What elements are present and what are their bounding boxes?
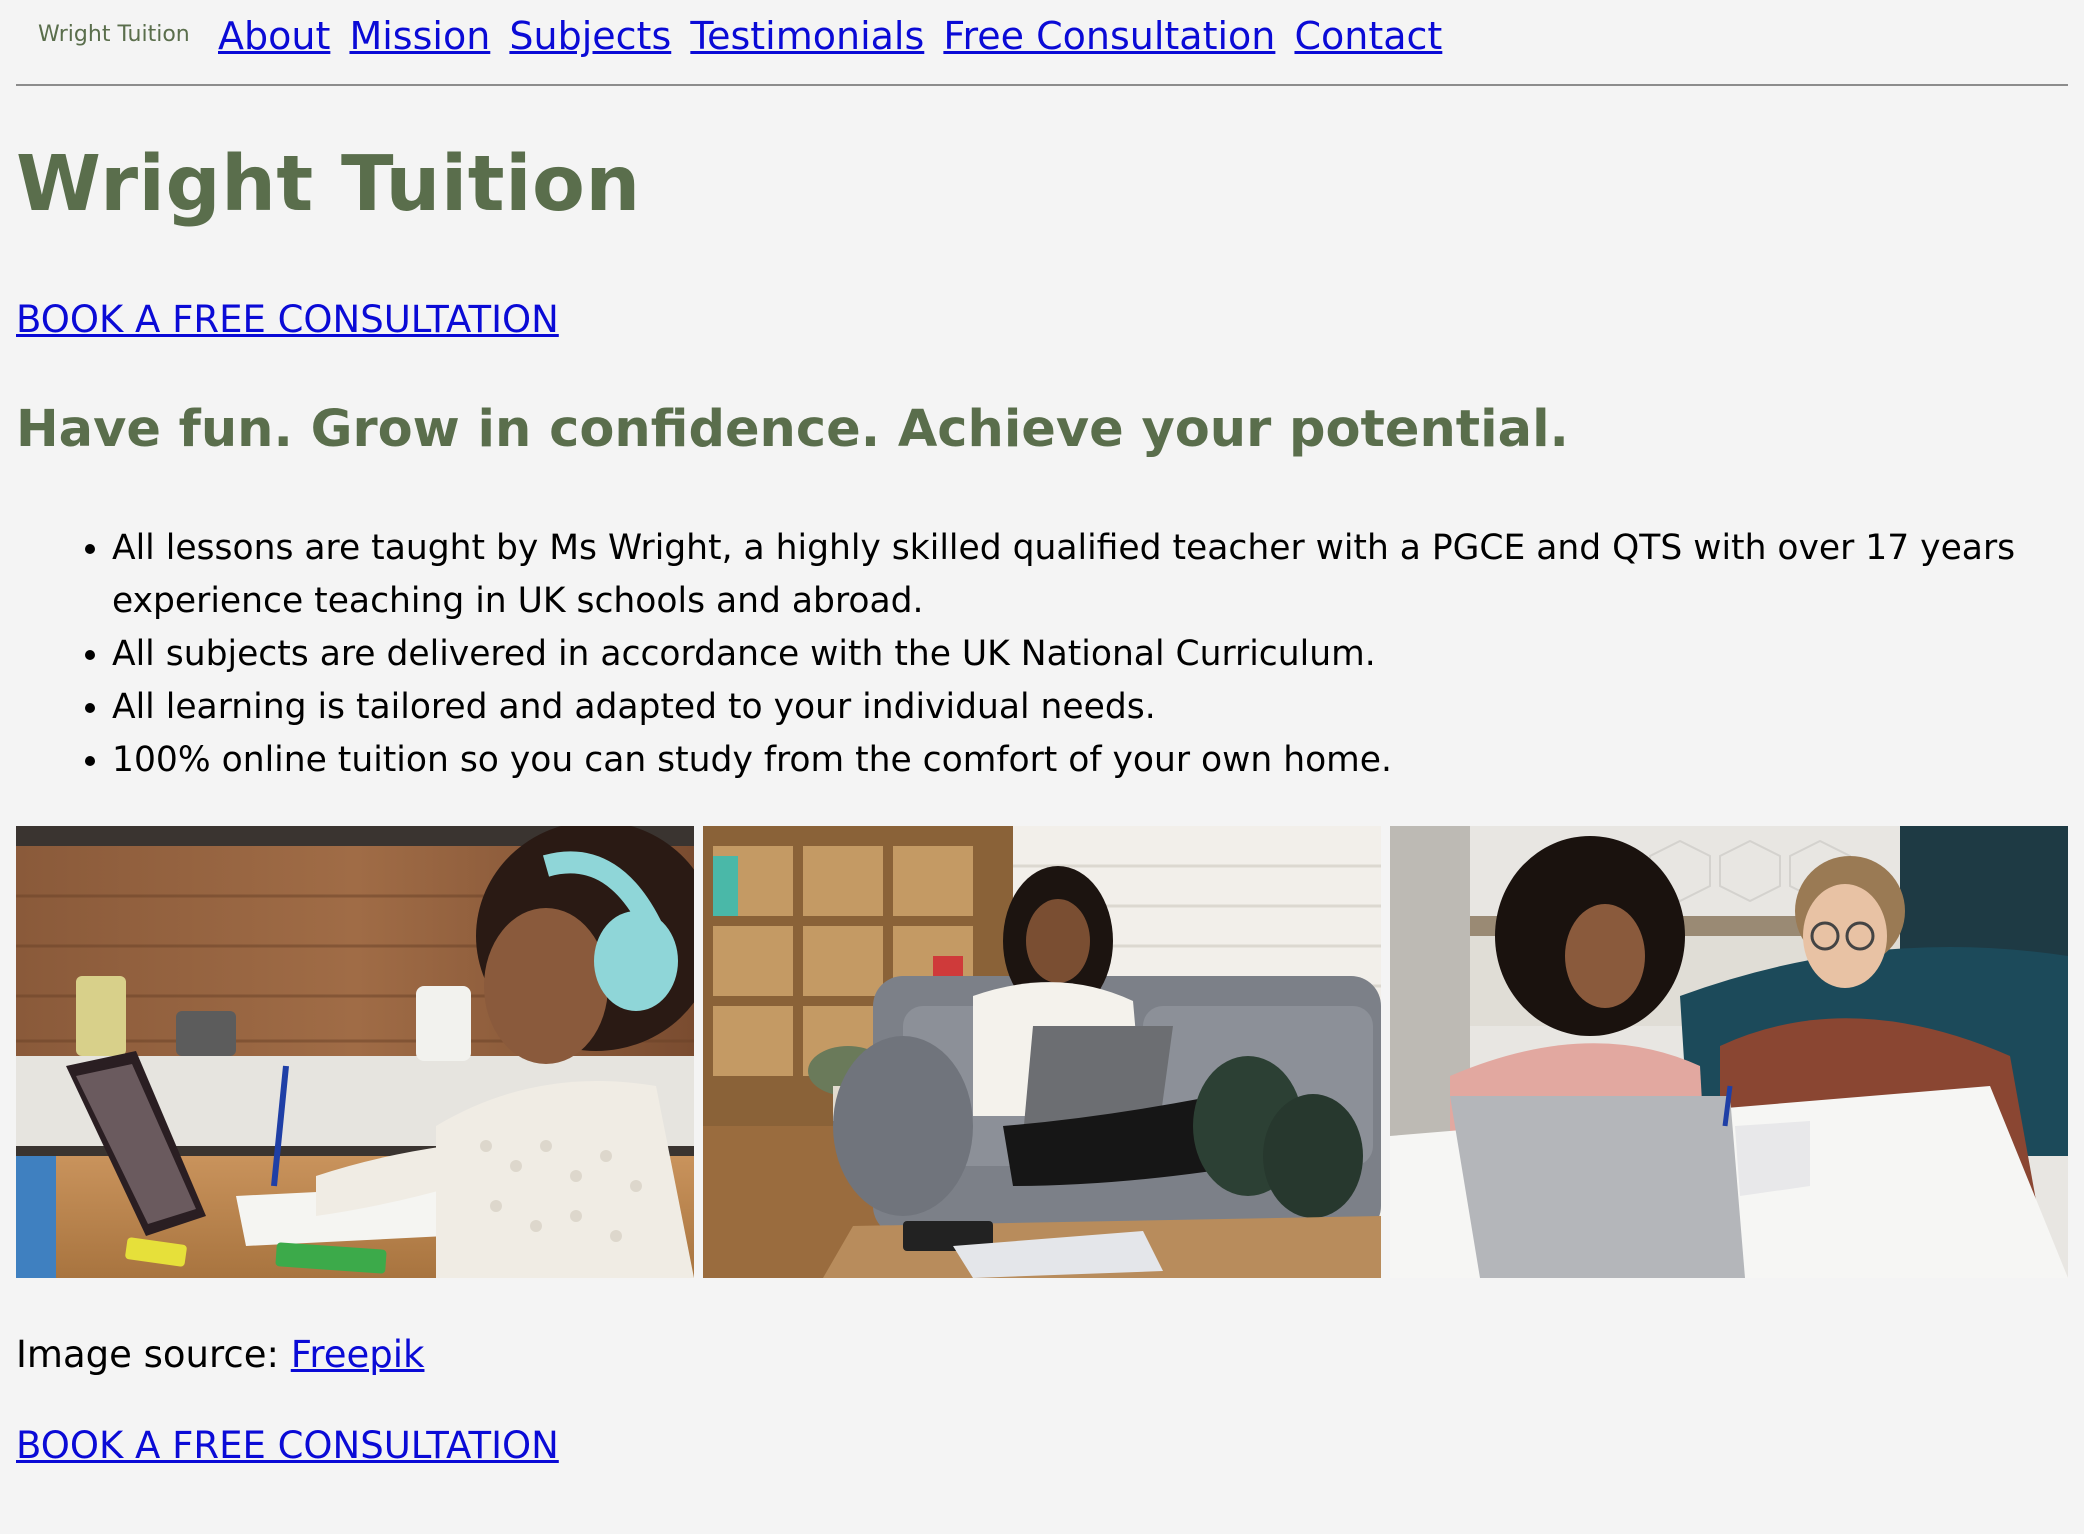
book-consultation-link-top[interactable]: BOOK A FREE CONSULTATION [16,298,559,341]
feature-list: All lessons are taught by Ms Wright, a h… [0,522,2060,787]
tagline-heading: Have fun. Grow in confidence. Achieve yo… [16,400,1569,459]
nav-brand[interactable]: Wright Tuition [38,22,190,47]
nav-link-free-consultation[interactable]: Free Consultation [943,14,1275,58]
nav-link-about[interactable]: About [218,14,330,58]
freepik-link[interactable]: Freepik [291,1333,425,1376]
image-credit: Image source: Freepik [16,1333,424,1376]
book-consultation-link-bottom[interactable]: BOOK A FREE CONSULTATION [16,1424,559,1467]
photo-two-students-at-laptop [1390,826,2068,1278]
page: Wright Tuition About Mission Subjects Te… [0,0,2084,1534]
feature-item-online: 100% online tuition so you can study fro… [112,734,2060,787]
nav-link-mission[interactable]: Mission [349,14,490,58]
feature-item-tailored: All learning is tailored and adapted to … [112,681,2060,734]
photo-gallery [16,826,2068,1278]
nav-link-testimonials[interactable]: Testimonials [690,14,924,58]
top-nav: Wright Tuition About Mission Subjects Te… [16,0,2068,86]
photo-girl-with-headphones [16,826,694,1278]
image-credit-label: Image source: [16,1333,291,1376]
nav-link-subjects[interactable]: Subjects [509,14,671,58]
page-title: Wright Tuition [16,140,641,229]
photo-woman-on-sofa [703,826,1381,1278]
nav-link-contact[interactable]: Contact [1294,14,1442,58]
feature-item-curriculum: All subjects are delivered in accordance… [112,628,2060,681]
nav-links: About Mission Subjects Testimonials Free… [218,14,1449,58]
feature-item-teacher: All lessons are taught by Ms Wright, a h… [112,522,2060,628]
